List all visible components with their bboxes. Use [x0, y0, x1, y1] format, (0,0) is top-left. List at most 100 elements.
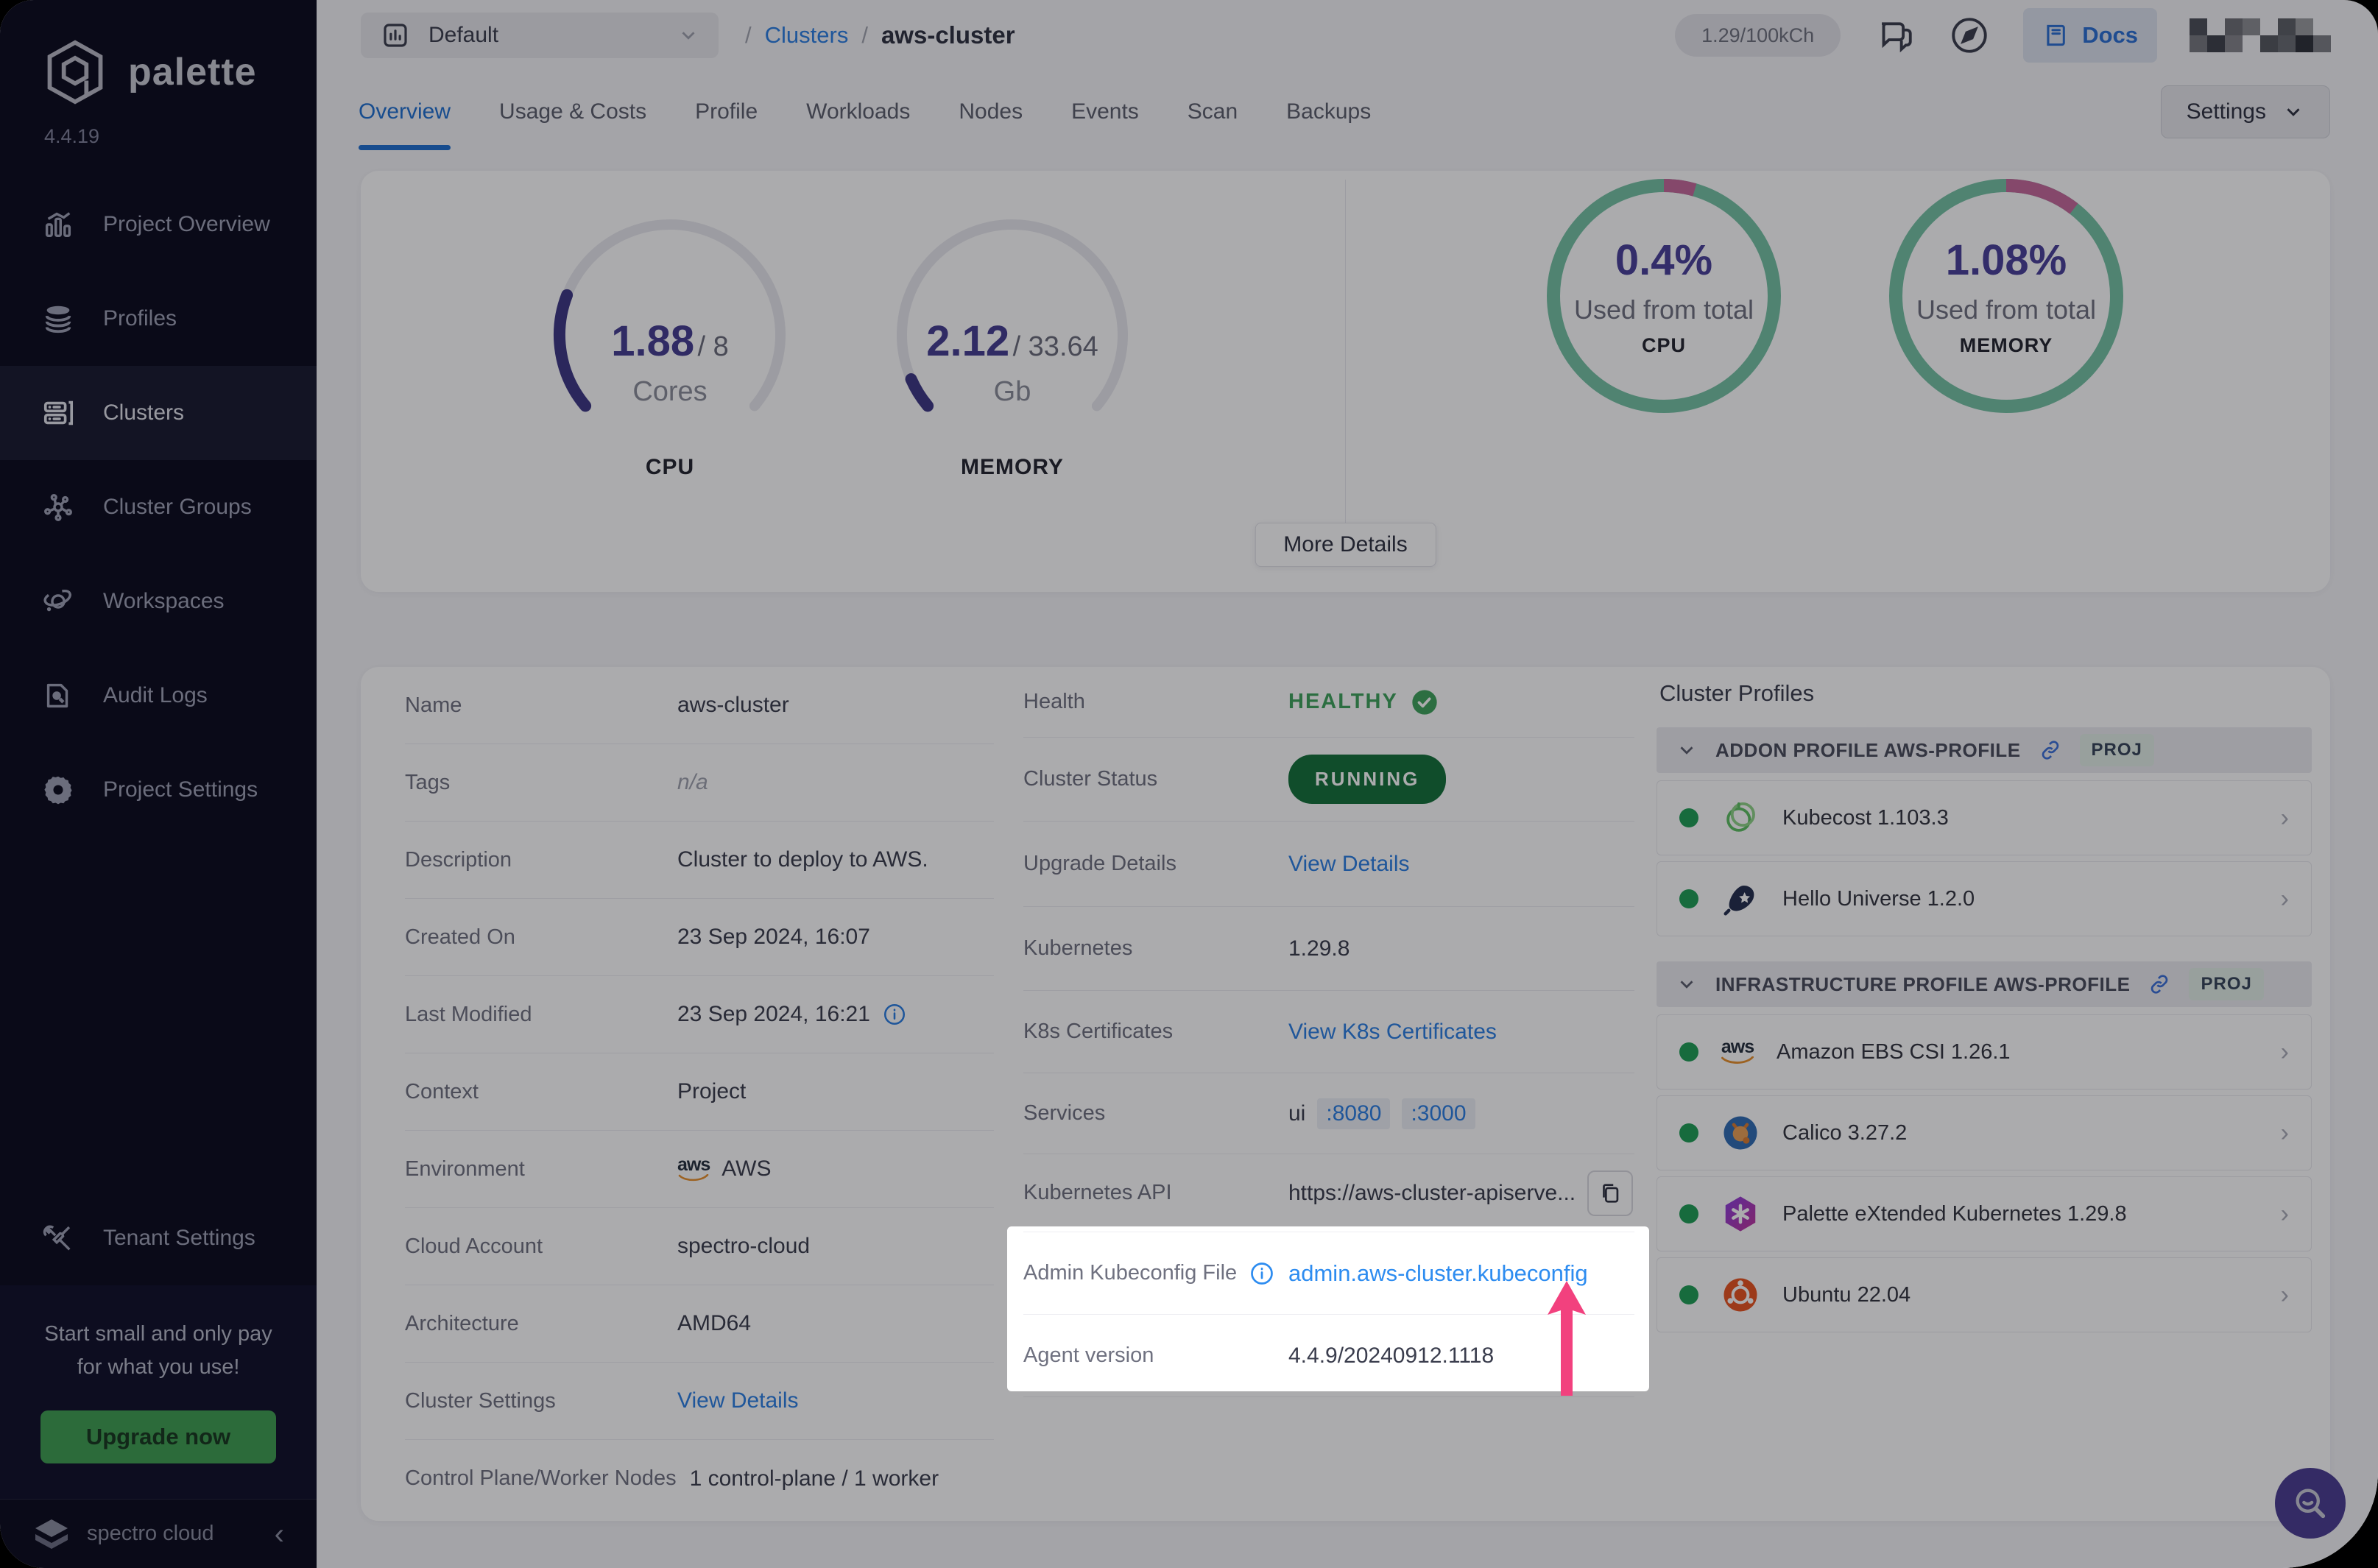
usage-stats-card: 1.88 / 8 Cores CPU 2.12 / 33.64 Gb MEMOR…	[361, 171, 2330, 592]
row-label: Description	[405, 847, 512, 872]
row-label: Agent version	[1023, 1343, 1154, 1367]
profile-item-amazon-ebs-csi[interactable]: aws Amazon EBS CSI 1.26.1 ›	[1657, 1014, 2312, 1090]
proj-badge: PROJ	[2189, 968, 2264, 1000]
server-rack-icon	[43, 400, 74, 425]
app-version: 4.4.19	[44, 125, 100, 147]
group-title: INFRASTRUCTURE PROFILE AWS-PROFILE	[1715, 972, 2131, 995]
sidebar-item-audit-logs[interactable]: Audit Logs	[0, 649, 317, 743]
profile-name: Ubuntu 22.04	[1782, 1282, 1911, 1307]
row-label: Services	[1023, 1101, 1106, 1125]
spectro-cloud-logo	[35, 1519, 68, 1549]
row-label: Tags	[405, 770, 451, 794]
detail-row-description: Description Cluster to deploy to AWS.	[405, 822, 994, 899]
tab-workloads[interactable]: Workloads	[806, 71, 910, 153]
memory-total-value: / 33.64	[1012, 331, 1098, 362]
row-value: spectro-cloud	[677, 1234, 811, 1258]
aws-logo: aws	[1721, 1038, 1754, 1066]
infrastructure-profile-group-header[interactable]: INFRASTRUCTURE PROFILE AWS-PROFILE PROJ	[1657, 961, 2312, 1007]
search-fab[interactable]	[2275, 1468, 2346, 1539]
app-window: palette 4.4.19 Project Overview Profiles	[0, 0, 2378, 1568]
more-details-button[interactable]: More Details	[1255, 523, 1436, 567]
memory-ring-label: MEMORY	[1959, 334, 2053, 356]
copy-button[interactable]	[1587, 1170, 1634, 1216]
profile-item-hello-universe[interactable]: Hello Universe 1.2.0 ›	[1657, 861, 2312, 936]
view-k8s-certificates-link[interactable]: View K8s Certificates	[1288, 1020, 1497, 1045]
info-icon[interactable]	[1249, 1260, 1275, 1287]
sidebar-item-clusters[interactable]: Clusters	[0, 366, 317, 460]
profile-item-ubuntu[interactable]: Ubuntu 22.04 ›	[1657, 1257, 2312, 1332]
chevron-right-icon: ›	[2280, 1280, 2289, 1309]
profile-item-calico[interactable]: Calico 3.27.2 ›	[1657, 1095, 2312, 1170]
detail-row-agent-version: Agent version 4.4.9/20240912.1118	[1023, 1315, 1634, 1397]
aws-logo: aws	[677, 1155, 710, 1183]
tour-arrow-icon	[1548, 1281, 1586, 1396]
settings-button[interactable]: Settings	[2160, 85, 2330, 138]
detail-row-cluster-settings: Cluster Settings View Details	[405, 1363, 994, 1440]
admin-kubeconfig-link[interactable]: admin.aws-cluster.kubeconfig	[1288, 1260, 1588, 1287]
memory-usage-ring: 1.08% Used from total MEMORY	[1881, 171, 2131, 421]
tab-nodes[interactable]: Nodes	[959, 71, 1023, 153]
cpu-ring-caption: Used from total	[1573, 294, 1754, 325]
row-value: Project	[677, 1079, 747, 1103]
search-smile-icon	[2296, 1488, 2326, 1519]
row-label: Context	[405, 1079, 479, 1103]
detail-row-admin-kubeconfig: Admin Kubeconfig File admin.aws-cluster.…	[1023, 1232, 1634, 1315]
chevron-right-icon: ›	[2280, 884, 2289, 913]
sidebar-item-profiles[interactable]: Profiles	[0, 272, 317, 366]
breadcrumb-sep: /	[861, 22, 868, 48]
sidebar-item-project-overview[interactable]: Project Overview	[0, 177, 317, 272]
breadcrumb-clusters-link[interactable]: Clusters	[765, 22, 849, 49]
project-selector[interactable]: Default	[361, 13, 719, 58]
sidebar-item-label: Profiles	[103, 306, 177, 331]
sidebar-item-label: Cluster Groups	[103, 495, 252, 519]
addon-profile-group-header[interactable]: ADDON PROFILE AWS-PROFILE PROJ	[1657, 727, 2312, 773]
profile-name: Amazon EBS CSI 1.26.1	[1777, 1039, 2011, 1064]
collapse-sidebar-chevron[interactable]: ‹	[275, 1519, 284, 1549]
tab-overview[interactable]: Overview	[359, 71, 451, 153]
status-dot	[1679, 1042, 1698, 1062]
tab-backups[interactable]: Backups	[1286, 71, 1371, 153]
cpu-total-value: / 8	[697, 331, 729, 362]
breadcrumb-sep: /	[745, 22, 752, 48]
sidebar-item-workspaces[interactable]: Workspaces	[0, 554, 317, 649]
docs-button[interactable]: Docs	[2023, 8, 2157, 63]
sidebar-item-cluster-groups[interactable]: Cluster Groups	[0, 460, 317, 554]
row-label: K8s Certificates	[1023, 1020, 1174, 1043]
detail-row-created-on: Created On 23 Sep 2024, 16:07	[405, 899, 994, 976]
status-dot	[1679, 1123, 1698, 1143]
cpu-ring-label: CPU	[1641, 334, 1686, 356]
detail-row-context: Context Project	[405, 1053, 994, 1131]
row-value: AWS	[721, 1156, 772, 1181]
profile-item-kubecost[interactable]: Kubecost 1.103.3 ›	[1657, 780, 2312, 855]
chat-icon[interactable]	[1873, 14, 1916, 57]
topbar: Default / Clusters / aws-cluster 1.29/10…	[317, 0, 2378, 71]
upgrade-now-button[interactable]: Upgrade now	[40, 1410, 276, 1463]
detail-row-health: Health HEALTHY	[1023, 667, 1634, 738]
tab-scan[interactable]: Scan	[1188, 71, 1238, 153]
memory-ring-caption: Used from total	[1916, 294, 2097, 325]
row-label: Kubernetes API	[1023, 1181, 1172, 1204]
stats-divider	[1345, 180, 1346, 545]
service-port-3000-link[interactable]: :3000	[1402, 1098, 1475, 1129]
compass-icon[interactable]	[1948, 14, 1991, 57]
profile-item-palette-extended-k8s[interactable]: Palette eXtended Kubernetes 1.29.8 ›	[1657, 1176, 2312, 1251]
brand-name: palette	[128, 51, 257, 93]
service-port-8080-link[interactable]: :8080	[1317, 1098, 1391, 1129]
sidebar-item-tenant-settings[interactable]: Tenant Settings	[0, 1191, 317, 1285]
row-label: Cluster Status	[1023, 767, 1158, 791]
pxk-logo	[1725, 1196, 1756, 1232]
row-label: Created On	[405, 925, 515, 949]
cluster-settings-view-details-link[interactable]: View Details	[677, 1388, 799, 1413]
sidebar-item-project-settings[interactable]: Project Settings	[0, 743, 317, 837]
upsell-banner: Start small and only pay for what you us…	[0, 1285, 317, 1499]
row-value: Cluster to deploy to AWS.	[677, 847, 928, 872]
info-icon[interactable]	[882, 1002, 907, 1027]
tab-usage-costs[interactable]: Usage & Costs	[499, 71, 646, 153]
tab-profile[interactable]: Profile	[695, 71, 758, 153]
row-label: Health	[1023, 690, 1085, 713]
upgrade-view-details-link[interactable]: View Details	[1288, 852, 1410, 877]
cpu-used-pct: 0.4%	[1615, 236, 1713, 284]
sidebar: palette 4.4.19 Project Overview Profiles	[0, 0, 317, 1568]
breadcrumb: / Clusters / aws-cluster	[745, 21, 1015, 49]
tab-events[interactable]: Events	[1071, 71, 1139, 153]
